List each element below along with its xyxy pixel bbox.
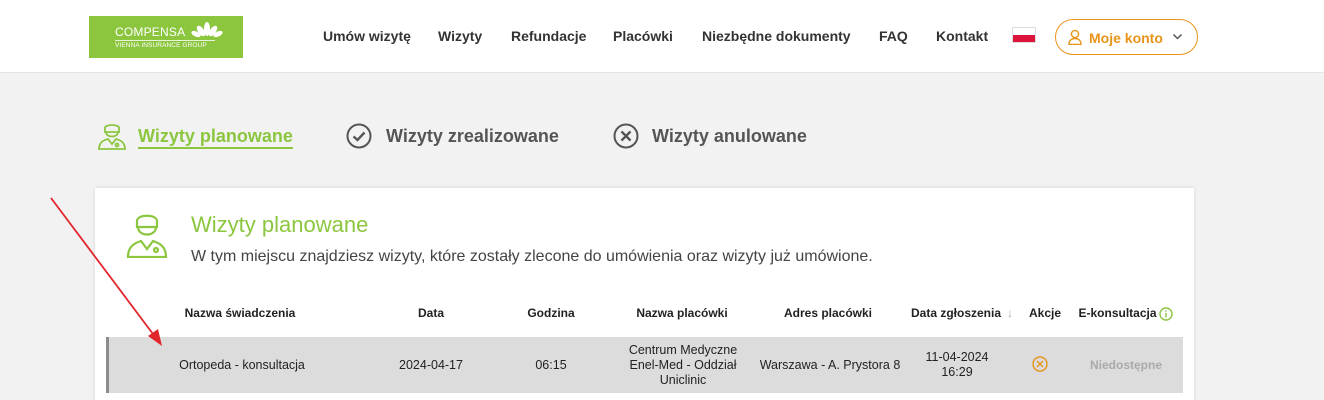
pl-flag-icon[interactable] bbox=[1012, 27, 1036, 43]
account-button-label: Moje konto bbox=[1089, 30, 1163, 46]
top-header: COMPENSA VIENNA INSURANCE GROUP Umów wiz… bbox=[0, 0, 1324, 73]
x-circle-icon bbox=[613, 123, 639, 149]
nav-item-kontakt[interactable]: Kontakt bbox=[936, 28, 988, 44]
nav-item-faq[interactable]: FAQ bbox=[879, 28, 908, 44]
user-icon bbox=[1068, 29, 1082, 45]
cell-econsult: Niedostępne bbox=[1089, 358, 1162, 372]
tab-label: Wizyty zrealizowane bbox=[386, 126, 559, 146]
column-header-service: Nazwa świadczenia bbox=[184, 306, 296, 320]
logo-name: COMPENSA bbox=[115, 25, 186, 39]
nav-item-dokumenty[interactable]: Niezbędne dokumenty bbox=[702, 28, 851, 44]
table-row[interactable]: Ortopeda - konsultacja 2024-04-17 06:15 … bbox=[106, 337, 1183, 393]
flower-logo-icon bbox=[191, 22, 223, 38]
doctor-icon bbox=[126, 214, 168, 258]
facility-line: Enel-Med - Oddział bbox=[629, 358, 737, 372]
column-header-submitted[interactable]: Data zgłoszenia bbox=[906, 306, 1006, 320]
cell-service: Ortopeda - konsultacja bbox=[179, 358, 305, 372]
tab-wizyty-planowane[interactable]: Wizyty planowane bbox=[97, 120, 297, 150]
compensa-logo[interactable]: COMPENSA VIENNA INSURANCE GROUP bbox=[89, 16, 243, 58]
logo-divider bbox=[115, 40, 215, 41]
cancel-circle-icon[interactable] bbox=[1032, 356, 1048, 372]
column-header-date: Data bbox=[417, 306, 444, 320]
active-tab-underline bbox=[138, 147, 293, 149]
facility-line: Uniclinic bbox=[659, 373, 707, 387]
column-header-econsult: E-konsultacja bbox=[1078, 306, 1157, 320]
column-header-facility: Nazwa placówki bbox=[636, 306, 728, 320]
tab-label: Wizyty anulowane bbox=[652, 126, 807, 146]
column-header-actions: Akcje bbox=[1028, 306, 1062, 320]
cell-facility: Centrum Medyczne Enel-Med - Oddział Unic… bbox=[611, 343, 755, 388]
doctor-icon bbox=[98, 124, 126, 150]
nav-item-refundacje[interactable]: Refundacje bbox=[511, 28, 586, 44]
cell-time: 06:15 bbox=[535, 358, 567, 372]
cell-date: 2024-04-17 bbox=[399, 358, 463, 372]
check-circle-icon bbox=[346, 123, 372, 149]
submitted-date: 11-04-2024 bbox=[925, 350, 989, 364]
column-header-time: Godzina bbox=[527, 306, 575, 320]
nav-item-placowki[interactable]: Placówki bbox=[613, 28, 673, 44]
submitted-time: 16:29 bbox=[941, 365, 973, 379]
column-header-address: Adres placówki bbox=[783, 306, 873, 320]
tab-label: Wizyty planowane bbox=[138, 126, 293, 146]
chevron-down-icon bbox=[1172, 33, 1183, 40]
sort-down-icon[interactable]: ↓ bbox=[1004, 306, 1016, 320]
cell-address: Warszawa - A. Prystora 8 bbox=[759, 358, 901, 372]
planned-visits-card: Wizyty planowane W tym miejscu znajdzies… bbox=[95, 188, 1194, 400]
card-description: W tym miejscu znajdziesz wizyty, które z… bbox=[191, 248, 873, 265]
tab-wizyty-zrealizowane[interactable]: Wizyty zrealizowane bbox=[346, 120, 566, 150]
nav-item-umow-wizyte[interactable]: Umów wizytę bbox=[323, 28, 411, 44]
account-button[interactable]: Moje konto bbox=[1055, 19, 1198, 55]
nav-item-wizyty[interactable]: Wizyty bbox=[438, 28, 482, 44]
logo-subtitle: VIENNA INSURANCE GROUP bbox=[115, 42, 207, 49]
cell-submitted: 11-04-2024 16:29 bbox=[917, 350, 997, 380]
facility-line: Centrum Medyczne bbox=[628, 343, 738, 357]
card-title: Wizyty planowane bbox=[191, 212, 369, 237]
tab-wizyty-anulowane[interactable]: Wizyty anulowane bbox=[613, 120, 813, 150]
info-icon[interactable] bbox=[1159, 307, 1173, 321]
